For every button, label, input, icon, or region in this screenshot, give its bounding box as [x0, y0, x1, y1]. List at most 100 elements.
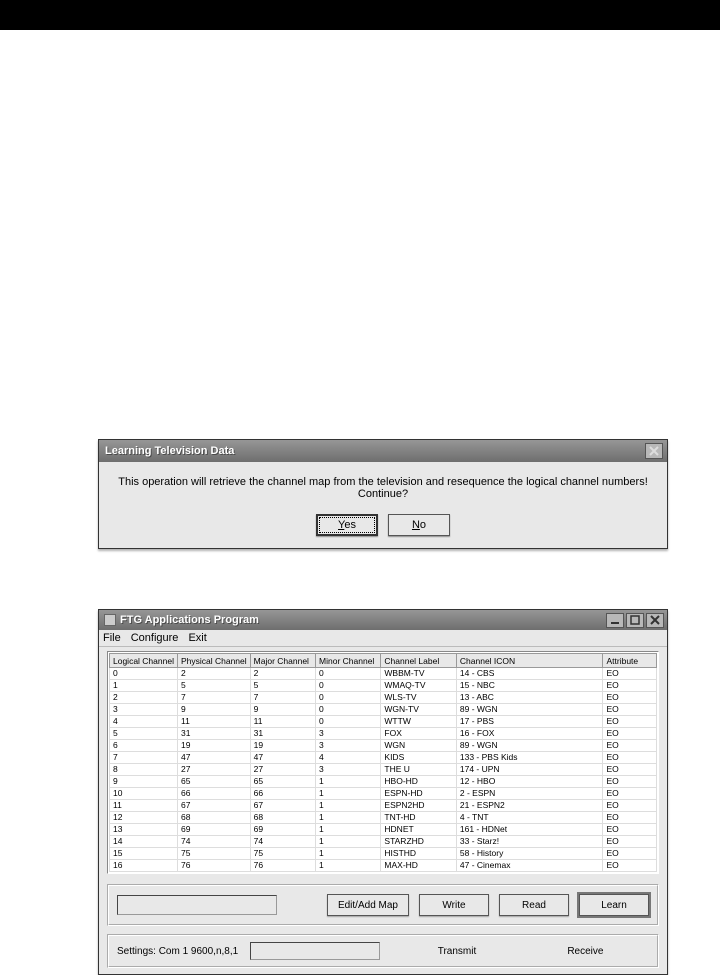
cell-logical: 3: [110, 704, 178, 716]
cell-attr: EO: [603, 692, 657, 704]
table-row[interactable]: 1066661ESPN-HD2 - ESPNEO: [110, 788, 657, 800]
table-row[interactable]: 827273THE U174 - UPNEO: [110, 764, 657, 776]
cell-logical: 11: [110, 800, 178, 812]
col-major[interactable]: Major Channel: [250, 654, 315, 668]
cell-icon: 17 - PBS: [456, 716, 603, 728]
edit-add-map-label: Edit/Add Map: [338, 900, 398, 911]
cell-attr: EO: [603, 668, 657, 680]
cell-label: STARZHD: [381, 836, 456, 848]
cell-icon: 161 - HDNet: [456, 824, 603, 836]
table-row[interactable]: 3990WGN-TV89 - WGNEO: [110, 704, 657, 716]
cell-label: HISTHD: [381, 848, 456, 860]
learn-button[interactable]: Learn: [579, 894, 649, 916]
cell-attr: EO: [603, 824, 657, 836]
yes-button[interactable]: Yes: [316, 514, 378, 536]
no-button[interactable]: No: [388, 514, 450, 536]
receive-label: Receive: [567, 946, 603, 957]
status-panel: Settings: Com 1 9600,n,8,1 Transmit Rece…: [107, 934, 659, 968]
cell-logical: 15: [110, 848, 178, 860]
table-row[interactable]: 2770WLS-TV13 - ABCEO: [110, 692, 657, 704]
table-row[interactable]: 1268681TNT-HD4 - TNTEO: [110, 812, 657, 824]
col-physical[interactable]: Physical Channel: [177, 654, 250, 668]
table-row[interactable]: 965651HBO-HD12 - HBOEO: [110, 776, 657, 788]
cell-icon: 15 - NBC: [456, 680, 603, 692]
menu-exit[interactable]: Exit: [188, 632, 206, 644]
table-row[interactable]: 0220WBBM-TV14 - CBSEO: [110, 668, 657, 680]
main-titlebar[interactable]: FTG Applications Program: [99, 610, 667, 630]
cell-logical: 2: [110, 692, 178, 704]
cell-physical: 74: [177, 836, 250, 848]
cell-icon: 89 - WGN: [456, 740, 603, 752]
cell-logical: 8: [110, 764, 178, 776]
cell-major: 5: [250, 680, 315, 692]
cell-attr: EO: [603, 812, 657, 824]
close-icon[interactable]: [645, 443, 663, 459]
maximize-icon[interactable]: [626, 613, 644, 628]
cell-label: WLS-TV: [381, 692, 456, 704]
edit-add-map-button[interactable]: Edit/Add Map: [327, 894, 409, 916]
page-black-strip: [0, 0, 720, 30]
cell-logical: 12: [110, 812, 178, 824]
app-icon: [104, 614, 116, 626]
minimize-icon[interactable]: [606, 613, 624, 628]
cell-icon: 33 - Starz!: [456, 836, 603, 848]
cell-physical: 76: [177, 860, 250, 872]
col-minor[interactable]: Minor Channel: [316, 654, 381, 668]
read-button[interactable]: Read: [499, 894, 569, 916]
cell-attr: EO: [603, 764, 657, 776]
no-button-label: No: [412, 519, 426, 531]
cell-icon: 12 - HBO: [456, 776, 603, 788]
cell-physical: 31: [177, 728, 250, 740]
menu-file[interactable]: File: [103, 632, 121, 644]
table-row[interactable]: 1369691HDNET161 - HDNetEO: [110, 824, 657, 836]
table-row[interactable]: 1676761MAX-HD47 - CinemaxEO: [110, 860, 657, 872]
cell-minor: 3: [316, 728, 381, 740]
cell-major: 76: [250, 860, 315, 872]
learning-television-dialog: Learning Television Data This operation …: [98, 439, 668, 549]
cell-major: 19: [250, 740, 315, 752]
cell-logical: 5: [110, 728, 178, 740]
table-row[interactable]: 747474KIDS133 - PBS KidsEO: [110, 752, 657, 764]
table-row[interactable]: 1167671ESPN2HD21 - ESPN2EO: [110, 800, 657, 812]
cell-minor: 1: [316, 824, 381, 836]
cell-major: 9: [250, 704, 315, 716]
cell-logical: 16: [110, 860, 178, 872]
menu-configure[interactable]: Configure: [131, 632, 179, 644]
cell-major: 47: [250, 752, 315, 764]
cell-icon: 89 - WGN: [456, 704, 603, 716]
col-label[interactable]: Channel Label: [381, 654, 456, 668]
cell-label: THE U: [381, 764, 456, 776]
table-row[interactable]: 1550WMAQ-TV15 - NBCEO: [110, 680, 657, 692]
col-logical[interactable]: Logical Channel: [110, 654, 178, 668]
table-row[interactable]: 411110WTTW17 - PBSEO: [110, 716, 657, 728]
cell-physical: 27: [177, 764, 250, 776]
cell-physical: 47: [177, 752, 250, 764]
dialog-titlebar[interactable]: Learning Television Data: [99, 440, 667, 462]
cell-attr: EO: [603, 800, 657, 812]
cell-major: 67: [250, 800, 315, 812]
cell-attr: EO: [603, 704, 657, 716]
cell-icon: 13 - ABC: [456, 692, 603, 704]
cell-logical: 0: [110, 668, 178, 680]
write-button[interactable]: Write: [419, 894, 489, 916]
cell-physical: 75: [177, 848, 250, 860]
close-window-icon[interactable]: [646, 613, 664, 628]
cell-attr: EO: [603, 788, 657, 800]
cell-minor: 3: [316, 764, 381, 776]
table-row[interactable]: 531313FOX16 - FOXEO: [110, 728, 657, 740]
table-row[interactable]: 619193WGN89 - WGNEO: [110, 740, 657, 752]
cell-physical: 11: [177, 716, 250, 728]
cell-physical: 19: [177, 740, 250, 752]
content-area: Logical Channel Physical Channel Major C…: [99, 647, 667, 974]
col-attr[interactable]: Attribute: [603, 654, 657, 668]
table-row[interactable]: 1474741STARZHD33 - Starz!EO: [110, 836, 657, 848]
main-title: FTG Applications Program: [120, 614, 606, 626]
table-row[interactable]: 1575751HISTHD58 - HistoryEO: [110, 848, 657, 860]
cell-minor: 1: [316, 788, 381, 800]
channel-grid[interactable]: Logical Channel Physical Channel Major C…: [107, 651, 659, 874]
cell-attr: EO: [603, 716, 657, 728]
cell-logical: 14: [110, 836, 178, 848]
table-header-row: Logical Channel Physical Channel Major C…: [110, 654, 657, 668]
col-icon[interactable]: Channel ICON: [456, 654, 603, 668]
cell-label: MAX-HD: [381, 860, 456, 872]
